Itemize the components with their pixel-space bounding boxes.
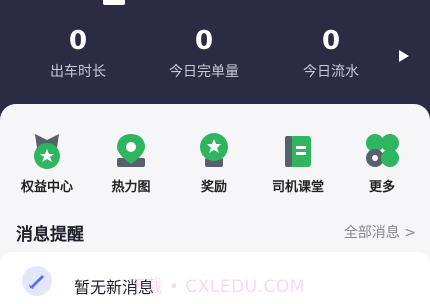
grid-item-label: 奖励 <box>200 180 227 195</box>
stat-drive-time[interactable]: 0 出车时长 <box>13 26 143 81</box>
grid-item-label: 权益中心 <box>20 180 73 195</box>
map-pin-icon <box>109 130 153 170</box>
header-tab-indicator <box>103 0 125 5</box>
stat-revenue[interactable]: 0 今日流水 <box>266 26 396 81</box>
stat-value: 0 <box>321 26 341 56</box>
bell-icon <box>22 266 52 296</box>
messages-title: 消息提醒 <box>16 225 84 245</box>
grid-item-driver-class[interactable]: 司机课堂 <box>266 130 330 196</box>
grid-item-label: 更多 <box>368 180 395 195</box>
stats-row: 0 出车时长 0 今日完单量 0 今日流水 <box>0 26 400 86</box>
grid-item-more[interactable]: 更多 <box>350 130 414 196</box>
stat-completed-orders[interactable]: 0 今日完单量 <box>139 26 269 81</box>
grid-item-benefits[interactable]: 权益中心 <box>15 130 79 196</box>
grid-item-rewards[interactable]: 奖励 <box>182 130 246 196</box>
stat-value: 0 <box>194 26 214 56</box>
message-empty-card[interactable]: 暂无新消息 下载 • CXLEDU.COM <box>0 252 430 304</box>
stats-header: 0 出车时长 0 今日完单量 0 今日流水 <box>0 0 430 120</box>
main-card: 权益中心 热力图 奖励 司机课堂 更多 消息提醒 全部消息 > 暂无新消息 下载… <box>0 104 430 304</box>
stat-label: 出车时长 <box>50 64 106 80</box>
stat-label: 今日流水 <box>303 64 359 80</box>
grid-item-heatmap[interactable]: 热力图 <box>99 130 163 196</box>
stat-value: 0 <box>68 26 88 56</box>
grid-item-label: 热力图 <box>111 180 151 195</box>
play-arrow-icon[interactable] <box>399 50 409 62</box>
watermark: 下载 • CXLEDU.COM <box>128 277 305 297</box>
more-dots-icon <box>360 130 404 170</box>
shield-star-icon <box>25 130 69 170</box>
stat-label: 今日完单量 <box>169 64 239 80</box>
grid-item-label: 司机课堂 <box>271 180 324 195</box>
all-messages-link[interactable]: 全部消息 > <box>344 222 416 242</box>
book-icon <box>276 130 320 170</box>
medal-icon <box>192 130 236 170</box>
